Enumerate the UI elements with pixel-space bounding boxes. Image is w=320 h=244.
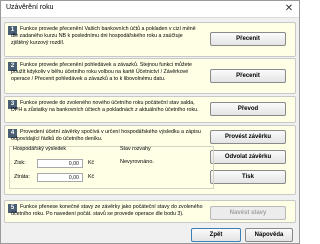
print-button[interactable]: Tisk xyxy=(210,170,286,184)
loss-unit: Kč xyxy=(88,174,95,180)
set-balances-button[interactable]: Navést stavy xyxy=(210,206,286,220)
step-description: Funkce provede do zvoleného nového účetn… xyxy=(11,100,199,113)
revalue-receivables-button[interactable]: Přecenit xyxy=(210,69,286,83)
step-description: Funkce přenese konečné stavy ze závěrky … xyxy=(11,204,203,217)
loss-label: Ztráta: xyxy=(14,174,30,180)
revalue-accounts-button[interactable]: Přecenit xyxy=(210,32,286,46)
result-title: Hospodářský výsledek xyxy=(13,146,66,152)
step-description: Funkce provede přecenění pohledávek a zá… xyxy=(11,62,192,82)
profit-label: Zisk: xyxy=(14,160,26,166)
panel-step-2: 2 Funkce provede přecenění pohledávek a … xyxy=(4,58,296,94)
help-button[interactable]: Nápověda xyxy=(245,228,293,242)
step-description: Funkce provede přecenění Vašich bankovní… xyxy=(11,26,196,46)
panel-step-3: 3 Funkce provede do zvoleného nového úče… xyxy=(4,96,296,123)
result-groupbox: Hospodářský výsledek Zisk: 0,00 Kč Ztrát… xyxy=(9,146,214,189)
panel-step-1: 1 Funkce provede přecenění Vašich bankov… xyxy=(4,22,296,57)
balance-status-title: Stav rozvahy xyxy=(120,146,151,152)
panel-step-5: 5 Funkce přenese konečné stavy ze závěrk… xyxy=(4,200,296,223)
profit-unit: Kč xyxy=(88,160,95,166)
transfer-button[interactable]: Převod xyxy=(210,102,286,116)
balance-status-value: Nevyrovnáno. xyxy=(120,159,154,165)
dialog-window: Uzávěrění roku ✕ 1 Funkce provede přecen… xyxy=(0,0,300,244)
back-button[interactable]: Zpět xyxy=(191,228,241,242)
close-icon[interactable]: ✕ xyxy=(283,3,295,15)
title-bar: Uzávěrění roku ✕ xyxy=(1,1,299,18)
window-title: Uzávěrění roku xyxy=(6,4,54,11)
loss-field[interactable]: 0,00 xyxy=(37,173,83,182)
step-description: Provedení účetní závěrky spočívá v určen… xyxy=(11,129,201,142)
profit-field[interactable]: 0,00 xyxy=(37,159,83,168)
revoke-closing-button[interactable]: Odvolat závěrku xyxy=(210,150,286,164)
close-year-button[interactable]: Provést závěrku xyxy=(210,130,286,144)
